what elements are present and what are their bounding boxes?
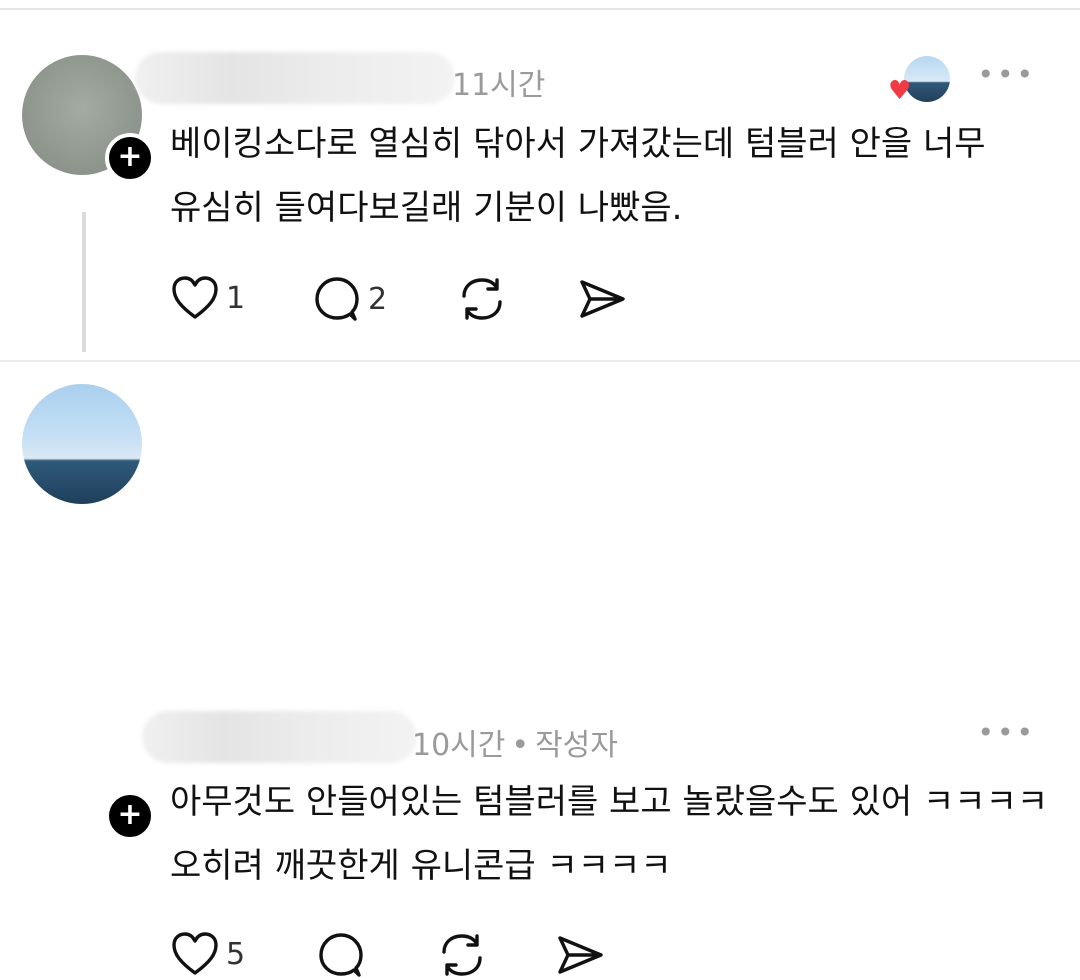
repost-icon: [456, 274, 508, 324]
heart-badge-icon: ♥: [888, 76, 912, 106]
reply-count: 2: [368, 281, 388, 317]
comment-bubble-icon: [312, 274, 362, 324]
comment-meta: 10시간 • 작성자: [412, 720, 618, 764]
repost-button[interactable]: [436, 930, 488, 980]
comment-text: 아무것도 안들어있는 텀블러를 보고 놀랐을수도 있어 ㅋㅋㅋㅋ 오히려 깨끗한…: [170, 770, 1048, 898]
comment-text: 베이킹소다로 열심히 닦아서 가져갔는데 텀블러 안을 너무 유심히 들여다보길…: [170, 112, 986, 240]
comment-text-line: 유심히 들여다보길래 기분이 나빴음.: [170, 188, 683, 228]
comment-bubble-icon: [316, 930, 366, 980]
comment-text-line: 아무것도 안들어있는 텀블러를 보고 놀랐을수도 있어 ㅋㅋㅋㅋ: [170, 782, 1049, 822]
more-options-icon[interactable]: •••: [977, 58, 1036, 91]
more-options-icon[interactable]: •••: [977, 716, 1036, 749]
heart-icon: [170, 274, 220, 322]
comment-text-line: 베이킹소다로 열심히 닦아서 가져갔는데 텀블러 안을 너무: [170, 124, 986, 164]
comment-meta: 11시간: [452, 60, 545, 104]
like-count: 5: [226, 936, 246, 972]
repost-button[interactable]: [456, 274, 508, 324]
like-count: 1: [226, 280, 246, 316]
separator-dot: •: [511, 728, 530, 763]
follow-plus-icon[interactable]: +: [105, 791, 155, 841]
blurred-username: [135, 52, 455, 104]
send-icon: [576, 274, 628, 324]
comment-divider: [0, 360, 1080, 362]
author-tag: 작성자: [535, 728, 618, 763]
send-icon: [554, 930, 606, 980]
thread-connector-line: [82, 212, 86, 352]
share-button[interactable]: [576, 274, 628, 324]
reply-button[interactable]: 2: [312, 274, 387, 324]
heart-icon: [170, 930, 220, 978]
like-button[interactable]: 5: [170, 930, 245, 978]
top-divider: [0, 8, 1080, 10]
timestamp: 11시간: [452, 68, 546, 103]
reply-button[interactable]: [316, 930, 366, 980]
avatar[interactable]: [22, 384, 142, 504]
follow-plus-icon[interactable]: +: [105, 133, 155, 183]
like-button[interactable]: 1: [170, 274, 245, 322]
comment-text-line: 오히려 깨끗한게 유니콘급 ㅋㅋㅋㅋ: [170, 846, 672, 886]
share-button[interactable]: [554, 930, 606, 980]
repost-icon: [436, 930, 488, 980]
blurred-username: [142, 711, 417, 763]
timestamp: 10시간: [412, 728, 506, 763]
